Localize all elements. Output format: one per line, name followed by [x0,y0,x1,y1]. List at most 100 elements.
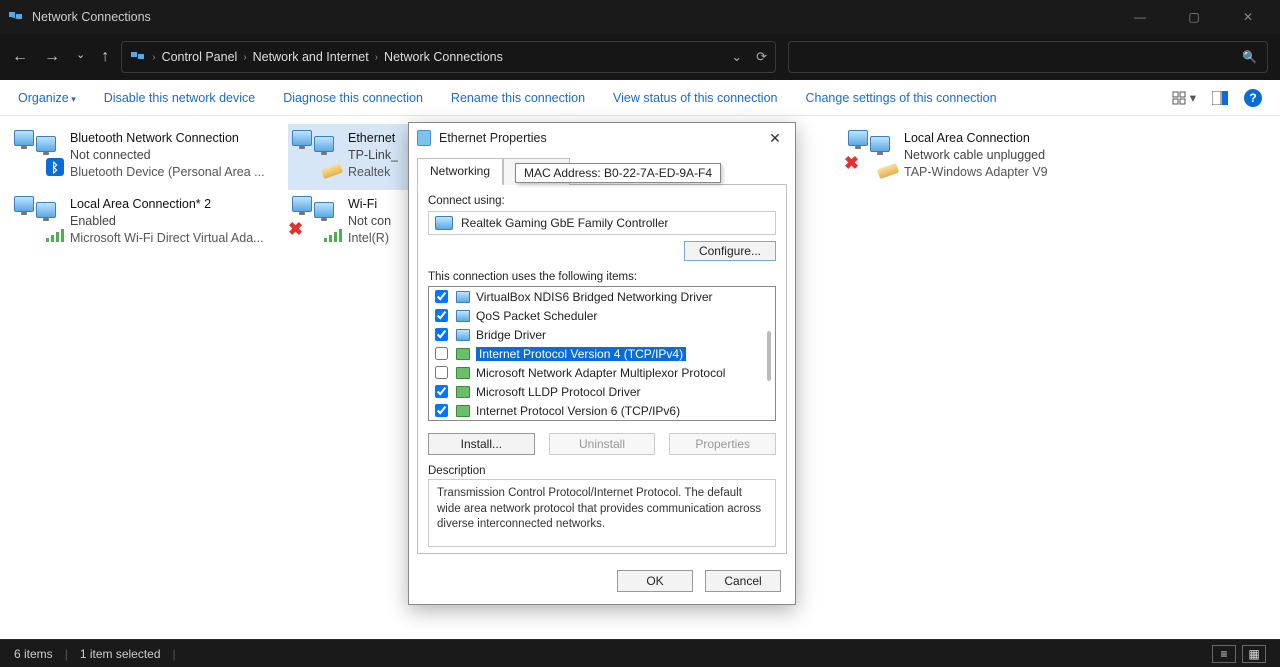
breadcrumb-level2[interactable]: Network Connections [384,50,503,64]
component-checkbox[interactable] [435,309,448,322]
search-box[interactable]: 🔍 [788,41,1268,73]
mac-address-tooltip: MAC Address: B0-22-7A-ED-9A-F4 [515,163,721,183]
connection-status: Not connected [70,147,265,164]
search-icon: 🔍 [1242,50,1257,64]
device-box[interactable]: Realtek Gaming GbE Family Controller [428,211,776,235]
connection-icon [292,130,340,172]
connection-icon: ✖ [292,196,340,238]
component-checkbox[interactable] [435,290,448,303]
network-component-row[interactable]: Microsoft Network Adapter Multiplexor Pr… [429,363,775,382]
component-label: Microsoft LLDP Protocol Driver [476,385,641,399]
connection-icon [14,196,62,238]
breadcrumb-level1[interactable]: Network and Internet [253,50,369,64]
titlebar: Network Connections — ▢ ✕ [0,0,1280,34]
location-icon [130,49,146,65]
details-view-button[interactable]: ≡ [1212,645,1236,663]
diagnose-cmd[interactable]: Diagnose this connection [283,91,423,105]
window-title: Network Connections [32,10,1122,24]
ethernet-properties-dialog: Ethernet Properties ✕ Networking Sharing… [408,122,796,605]
error-x-icon: ✖ [288,219,303,240]
wifi-icon [324,228,342,242]
connection-status: Not con [348,213,391,230]
component-checkbox[interactable] [435,366,448,379]
minimize-button[interactable]: — [1122,10,1158,24]
connect-using-label: Connect using: [428,195,776,207]
back-button[interactable]: ← [12,48,28,66]
items-label: This connection uses the following items… [428,271,776,283]
bluetooth-icon: ᛒ [46,158,64,176]
status-bar: 6 items | 1 item selected | ≡ ▦ [0,639,1280,667]
search-input[interactable] [789,50,1242,64]
connection-status: Enabled [70,213,264,230]
connection-item[interactable]: ✖Local Area ConnectionNetwork cable unpl… [844,124,1122,190]
component-label: QoS Packet Scheduler [476,309,597,323]
navbar: ← → ⌄ ↑ › Control Panel › Network and In… [0,34,1280,80]
protocol-icon [456,386,470,398]
connection-name: Local Area Connection* 2 [70,196,264,213]
connection-name: Wi-Fi [348,196,391,213]
network-component-row[interactable]: Internet Protocol Version 4 (TCP/IPv4) [429,344,775,363]
command-bar: Organize Disable this network device Dia… [0,80,1280,116]
uninstall-button: Uninstall [549,433,656,455]
properties-button: Properties [669,433,776,455]
close-button[interactable]: ✕ [1230,10,1266,24]
refresh-button[interactable]: ⟳ [756,49,767,65]
ethernet-plug-icon [878,166,898,176]
ethernet-plug-icon [322,166,342,176]
connection-device: Bluetooth Device (Personal Area ... [70,164,265,181]
component-label: Internet Protocol Version 6 (TCP/IPv6) [476,404,680,418]
network-component-row[interactable]: QoS Packet Scheduler [429,306,775,325]
nic-icon [435,216,453,230]
help-button[interactable]: ? [1244,89,1262,107]
description-text: Transmission Control Protocol/Internet P… [428,479,776,547]
install-button[interactable]: Install... [428,433,535,455]
tiles-view-button[interactable]: ▦ [1242,645,1266,663]
dialog-titlebar: Ethernet Properties ✕ [409,123,795,153]
history-dropdown[interactable]: ⌄ [76,48,85,66]
connection-item[interactable]: ᛒ Bluetooth Network ConnectionNot connect… [10,124,288,190]
component-checkbox[interactable] [435,328,448,341]
items-list[interactable]: VirtualBox NDIS6 Bridged Networking Driv… [428,286,776,421]
scrollbar[interactable] [767,293,771,414]
protocol-icon [456,405,470,417]
connection-icon: ✖ [848,130,896,172]
connection-name: Bluetooth Network Connection [70,130,265,147]
item-count: 6 items [14,647,53,661]
disable-device-cmd[interactable]: Disable this network device [104,91,255,105]
preview-pane-button[interactable] [1212,91,1228,105]
network-component-row[interactable]: VirtualBox NDIS6 Bridged Networking Driv… [429,287,775,306]
network-component-row[interactable]: Internet Protocol Version 6 (TCP/IPv6) [429,401,775,420]
protocol-icon [456,348,470,360]
configure-button[interactable]: Configure... [684,241,776,261]
organize-menu[interactable]: Organize [18,91,76,105]
dialog-close-button[interactable]: ✕ [763,130,787,147]
address-bar[interactable]: › Control Panel › Network and Internet ›… [121,41,776,73]
ok-button[interactable]: OK [617,570,693,592]
rename-cmd[interactable]: Rename this connection [451,91,585,105]
tab-networking[interactable]: Networking [417,158,503,185]
breadcrumb-sep: › [152,52,155,63]
up-button[interactable]: ↑ [101,48,109,66]
connection-name: Ethernet [348,130,398,147]
connection-device: Microsoft Wi-Fi Direct Virtual Ada... [70,230,264,247]
cancel-button[interactable]: Cancel [705,570,781,592]
component-checkbox[interactable] [435,385,448,398]
view-status-cmd[interactable]: View status of this connection [613,91,777,105]
network-component-row[interactable]: Bridge Driver [429,325,775,344]
component-checkbox[interactable] [435,404,448,417]
network-component-row[interactable]: Microsoft LLDP Protocol Driver [429,382,775,401]
forward-button[interactable]: → [44,48,60,66]
change-settings-cmd[interactable]: Change settings of this connection [805,91,996,105]
component-checkbox[interactable] [435,347,448,360]
connection-device: TAP-Windows Adapter V9 [904,164,1048,181]
component-label: Internet Protocol Version 4 (TCP/IPv4) [476,347,686,361]
connection-device: Intel(R) [348,230,391,247]
breadcrumb-root[interactable]: Control Panel [162,50,238,64]
maximize-button[interactable]: ▢ [1176,10,1212,24]
dialog-title: Ethernet Properties [439,131,547,145]
selection-count: 1 item selected [80,647,161,661]
service-icon [456,310,470,322]
address-dropdown[interactable]: ⌄ [731,49,742,65]
connection-item[interactable]: Local Area Connection* 2EnabledMicrosoft… [10,190,288,256]
view-options-button[interactable]: ▾ [1172,90,1196,105]
